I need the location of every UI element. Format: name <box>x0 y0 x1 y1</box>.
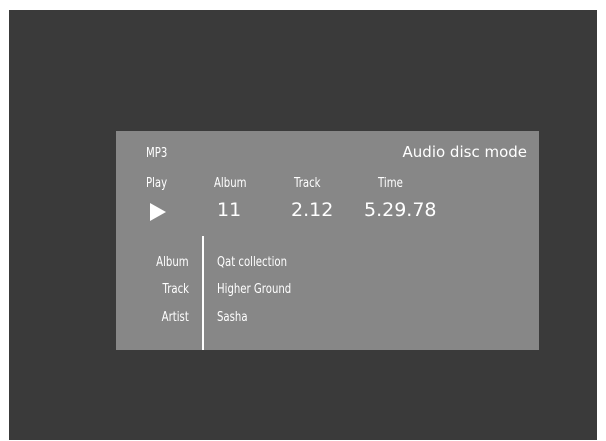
album-column-label: Album <box>214 176 247 191</box>
time-column-label: Time <box>378 176 403 191</box>
info-labels: Album Track Artist <box>116 131 189 350</box>
mode-label: Audio disc mode <box>402 143 527 161</box>
album-number-value: 11 <box>217 199 242 221</box>
info-album-value: Qat collection <box>217 255 288 270</box>
time-value: 5.29.78 <box>364 199 437 221</box>
track-number-value: 2.12 <box>291 199 334 221</box>
info-album-label: Album <box>156 255 189 270</box>
info-track-value: Higher Ground <box>217 282 292 297</box>
osd-panel: MP3 Audio disc mode Play Album Track Tim… <box>116 131 539 350</box>
info-artist-label: Artist <box>161 310 189 325</box>
info-artist-value: Sasha <box>217 310 248 325</box>
track-column-label: Track <box>294 176 321 191</box>
info-track-label: Track <box>162 282 189 297</box>
display-screen: MP3 Audio disc mode Play Album Track Tim… <box>9 10 597 440</box>
info-divider <box>202 236 204 350</box>
